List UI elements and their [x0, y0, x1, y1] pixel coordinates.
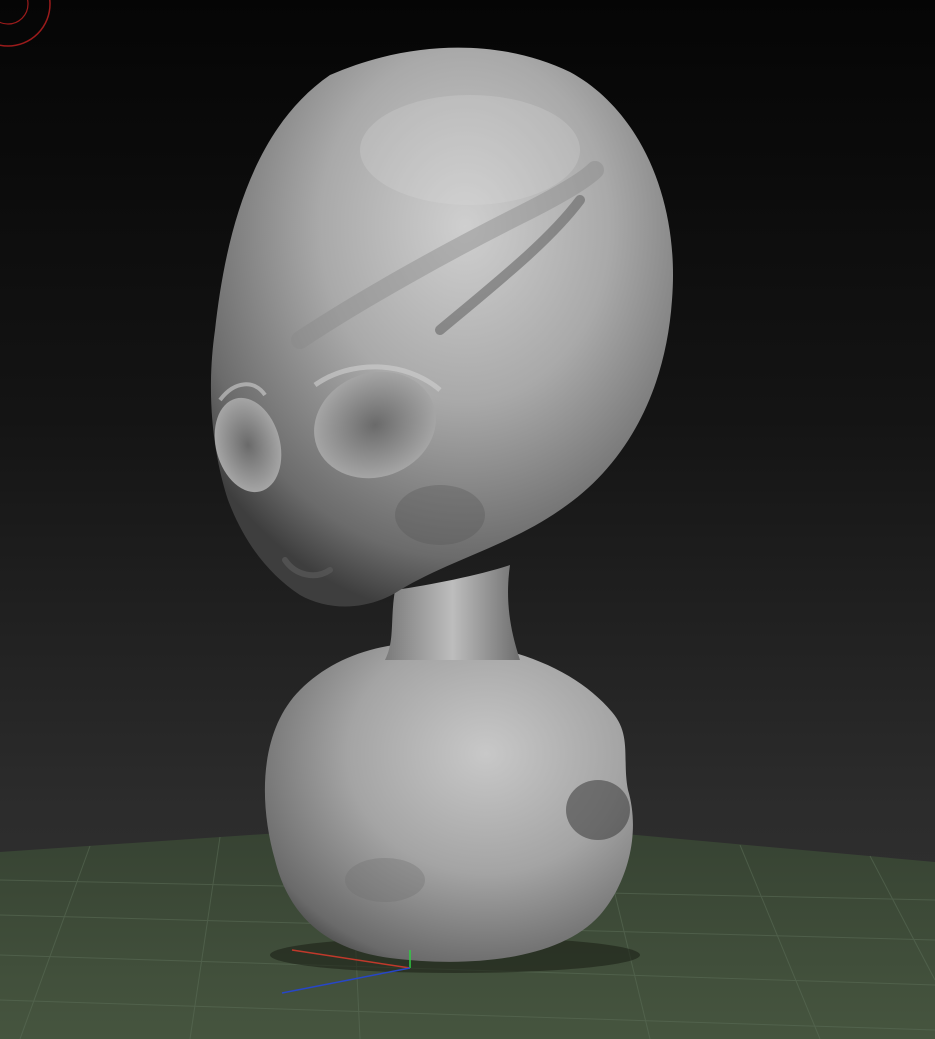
- nav-ring-inner: [0, 0, 29, 25]
- 3d-viewport[interactable]: [0, 0, 935, 1039]
- nav-ring-outer: [0, 0, 51, 47]
- cheek-shadow: [395, 485, 485, 545]
- body-dent: [566, 780, 630, 840]
- head-highlight: [360, 95, 580, 205]
- viewport-canvas[interactable]: [0, 0, 935, 1039]
- corner-nav-widget[interactable]: [0, 0, 51, 47]
- body-dent-lower: [345, 858, 425, 902]
